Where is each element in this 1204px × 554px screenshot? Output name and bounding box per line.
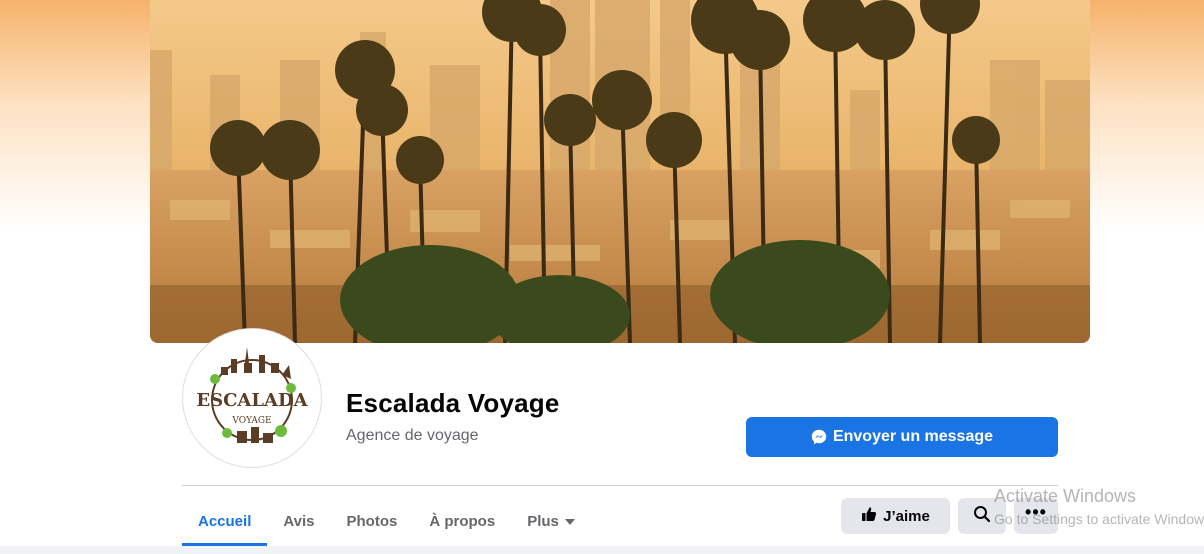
tab-photos[interactable]: Photos [331,496,414,546]
more-icon: ••• [1025,502,1047,522]
cover-photo[interactable] [150,0,1090,343]
tab-label: Plus [527,512,559,530]
page-avatar[interactable]: ESCALADA VOYAGE [183,329,321,467]
send-message-button[interactable]: Envoyer un message [746,417,1058,457]
tab-plus[interactable]: Plus [511,496,591,546]
tab-label: Avis [283,512,315,530]
like-button[interactable]: J’aime [841,498,950,534]
caret-down-icon [564,519,575,525]
messenger-icon [811,429,827,445]
cover-image [150,0,1090,343]
send-message-label: Envoyer un message [832,428,994,445]
logo-text: ESCALADA [196,390,308,411]
like-label: J’aime [883,507,930,525]
logo-subtext: VOYAGE [231,416,271,426]
tab-label: À propos [429,512,496,530]
tab-accueil[interactable]: Accueil [182,496,268,546]
thumbs-up-icon [861,506,877,526]
page-tabs: Accueil Avis Photos À propos Plus [182,496,591,546]
page-title: Escalada Voyage [346,388,560,418]
header-divider [182,485,1058,486]
search-icon [973,505,991,527]
content-area-edge [0,546,1204,554]
tab-label: Photos [346,512,398,530]
tab-label: Accueil [198,512,252,530]
escalada-logo: ESCALADA VOYAGE [189,335,315,461]
tab-a-propos[interactable]: À propos [413,496,511,546]
tab-avis[interactable]: Avis [267,496,330,546]
page-category[interactable]: Agence de voyage [346,427,479,445]
search-button[interactable] [958,498,1006,534]
more-button[interactable]: ••• [1014,498,1058,534]
